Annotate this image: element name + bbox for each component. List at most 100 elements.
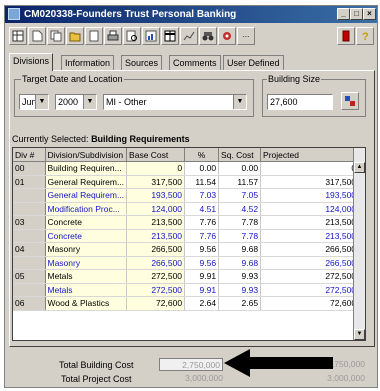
table-row[interactable]: 06Wood & Plastics72,6002.642.6572,600 xyxy=(13,297,359,311)
col-header-sq-cost[interactable]: Sq. Cost xyxy=(219,148,261,162)
table-row[interactable]: 04Masonry266,5009.569.68266,500 xyxy=(13,243,359,257)
report-button[interactable] xyxy=(142,27,160,45)
save-button[interactable] xyxy=(85,27,103,45)
projected-cell[interactable]: 317,500 xyxy=(261,175,359,189)
base-cost-cell[interactable]: 193,500 xyxy=(127,189,185,203)
scroll-up-icon[interactable]: ▲ xyxy=(354,162,365,173)
table-row[interactable]: Concrete213,5007.767.78213,500 xyxy=(13,229,359,243)
division-cell[interactable]: General Requirem... xyxy=(45,189,127,203)
division-cell[interactable]: Wood & Plastics xyxy=(45,297,127,311)
div-cell[interactable]: 06 xyxy=(13,297,45,311)
division-cell[interactable]: Concrete xyxy=(45,216,127,230)
division-cell[interactable]: Concrete xyxy=(45,229,127,243)
percent-cell[interactable]: 9.91 xyxy=(185,283,219,297)
exit-button[interactable] xyxy=(337,27,355,45)
location-select[interactable]: MI - Other ▼ xyxy=(103,94,247,110)
table-row[interactable]: 01General Requirem...317,50011.5411.5731… xyxy=(13,175,359,189)
base-cost-cell[interactable]: 0 xyxy=(127,162,185,176)
sq-cost-cell[interactable]: 9.93 xyxy=(219,270,261,284)
close-button[interactable]: × xyxy=(363,8,376,20)
base-cost-cell[interactable]: 266,500 xyxy=(127,256,185,270)
base-cost-cell[interactable]: 213,500 xyxy=(127,229,185,243)
maximize-button[interactable]: □ xyxy=(350,8,363,20)
new-button[interactable] xyxy=(28,27,46,45)
sq-cost-cell[interactable]: 7.78 xyxy=(219,229,261,243)
binoculars-button[interactable] xyxy=(199,27,217,45)
help-button[interactable]: ? xyxy=(356,27,374,45)
percent-cell[interactable]: 9.91 xyxy=(185,270,219,284)
div-cell[interactable] xyxy=(13,283,45,297)
projected-cell[interactable]: 72,600 xyxy=(261,297,359,311)
percent-cell[interactable]: 11.54 xyxy=(185,175,219,189)
table-row[interactable]: 03Concrete213,5007.767.78213,500 xyxy=(13,216,359,230)
preview-button[interactable] xyxy=(123,27,141,45)
settings-button[interactable] xyxy=(218,27,236,45)
div-cell[interactable]: 03 xyxy=(13,216,45,230)
base-cost-cell[interactable]: 72,600 xyxy=(127,297,185,311)
percent-cell[interactable]: 9.56 xyxy=(185,256,219,270)
div-cell[interactable] xyxy=(13,229,45,243)
div-cell[interactable] xyxy=(13,189,45,203)
col-header-base-cost[interactable]: Base Cost xyxy=(127,148,185,162)
division-cell[interactable]: Masonry xyxy=(45,243,127,257)
table-row[interactable]: Metals272,5009.919.93272,500 xyxy=(13,283,359,297)
more-button[interactable]: ... xyxy=(237,27,255,45)
sq-cost-cell[interactable]: 11.57 xyxy=(219,175,261,189)
table-button[interactable] xyxy=(161,27,179,45)
table-row[interactable]: General Requirem...193,5007.037.05193,50… xyxy=(13,189,359,203)
div-cell[interactable] xyxy=(13,256,45,270)
sq-cost-cell[interactable]: 0.00 xyxy=(219,162,261,176)
sq-cost-cell[interactable]: 9.68 xyxy=(219,243,261,257)
sq-cost-cell[interactable]: 9.68 xyxy=(219,256,261,270)
table-row[interactable]: Masonry266,5009.569.68266,500 xyxy=(13,256,359,270)
app-icon-button[interactable] xyxy=(9,27,27,45)
projected-cell[interactable]: 272,500 xyxy=(261,283,359,297)
division-cell[interactable]: Metals xyxy=(45,270,127,284)
sq-cost-cell[interactable]: 4.52 xyxy=(219,202,261,216)
tab-information[interactable]: Information xyxy=(61,55,114,70)
percent-cell[interactable]: 7.76 xyxy=(185,216,219,230)
projected-cell[interactable]: 266,500 xyxy=(261,256,359,270)
sq-cost-cell[interactable]: 2.65 xyxy=(219,297,261,311)
table-row[interactable]: Modification Proc...124,0004.514.52124,0… xyxy=(13,202,359,216)
building-size-input[interactable]: 27,600 xyxy=(267,94,333,110)
div-cell[interactable]: 01 xyxy=(13,175,45,189)
tab-divisions[interactable]: Divisions xyxy=(9,53,53,71)
percent-cell[interactable]: 7.03 xyxy=(185,189,219,203)
base-cost-cell[interactable]: 124,000 xyxy=(127,202,185,216)
percent-cell[interactable]: 2.64 xyxy=(185,297,219,311)
col-header-percent[interactable]: % xyxy=(185,148,219,162)
percent-cell[interactable]: 0.00 xyxy=(185,162,219,176)
percent-cell[interactable]: 7.76 xyxy=(185,229,219,243)
base-cost-cell[interactable]: 213,500 xyxy=(127,216,185,230)
col-header-div[interactable]: Div # xyxy=(13,148,45,162)
projected-cell[interactable]: 124,000 xyxy=(261,202,359,216)
tab-comments[interactable]: Comments xyxy=(169,55,221,70)
projected-cell[interactable]: 266,500 xyxy=(261,243,359,257)
tab-sources[interactable]: Sources xyxy=(121,55,162,70)
table-row[interactable]: 05Metals272,5009.919.93272,500 xyxy=(13,270,359,284)
size-calc-button[interactable] xyxy=(341,92,359,110)
base-cost-cell[interactable]: 317,500 xyxy=(127,175,185,189)
base-cost-cell[interactable]: 272,500 xyxy=(127,283,185,297)
table-row[interactable]: 00Building Requiren...00.000.000 xyxy=(13,162,359,176)
print-button[interactable] xyxy=(104,27,122,45)
percent-cell[interactable]: 4.51 xyxy=(185,202,219,216)
projected-cell[interactable]: 213,500 xyxy=(261,216,359,230)
base-cost-cell[interactable]: 272,500 xyxy=(127,270,185,284)
div-cell[interactable]: 04 xyxy=(13,243,45,257)
projected-cell[interactable]: 0 xyxy=(261,162,359,176)
projected-cell[interactable]: 272,500 xyxy=(261,270,359,284)
open-button[interactable] xyxy=(66,27,84,45)
sq-cost-cell[interactable]: 7.05 xyxy=(219,189,261,203)
col-header-projected[interactable]: Projected xyxy=(261,148,359,162)
chart-button[interactable] xyxy=(180,27,198,45)
projected-cell[interactable]: 193,500 xyxy=(261,189,359,203)
division-cell[interactable]: Modification Proc... xyxy=(45,202,127,216)
division-cell[interactable]: Masonry xyxy=(45,256,127,270)
scroll-down-icon[interactable]: ▼ xyxy=(354,329,365,340)
tab-user-defined[interactable]: User Defined xyxy=(223,55,284,70)
projected-cell[interactable]: 213,500 xyxy=(261,229,359,243)
copy-button[interactable] xyxy=(47,27,65,45)
sq-cost-cell[interactable]: 9.93 xyxy=(219,283,261,297)
